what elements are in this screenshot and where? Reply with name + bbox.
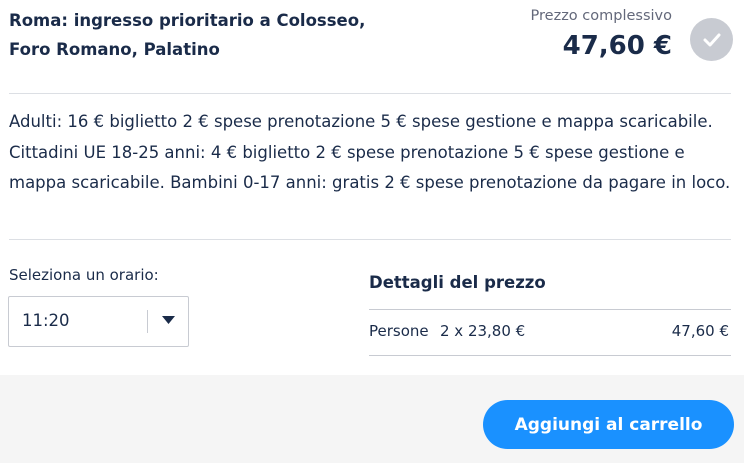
- divider: [9, 239, 731, 240]
- product-title: Roma: ingresso prioritario a Colosseo, F…: [9, 6, 409, 64]
- footer-bar: Aggiungi al carrello: [0, 375, 744, 463]
- time-select[interactable]: 11:20: [8, 296, 189, 347]
- price-row-amount: 47,60 €: [671, 322, 729, 340]
- total-price-value: 47,60 €: [562, 31, 672, 61]
- select-divider: [147, 310, 148, 333]
- selection-status[interactable]: [690, 18, 733, 61]
- selected-time: 11:20: [22, 311, 70, 330]
- caret-down-icon[interactable]: [162, 316, 175, 324]
- time-picker-label: Seleziona un orario:: [9, 266, 159, 284]
- add-to-cart-button[interactable]: Aggiungi al carrello: [483, 400, 734, 449]
- product-title-line-2: Foro Romano, Palatino: [9, 40, 220, 59]
- product-header: Roma: ingresso prioritario a Colosseo, F…: [0, 0, 744, 94]
- total-price-label: Prezzo complessivo: [530, 8, 672, 24]
- divider: [369, 355, 731, 356]
- product-title-line-1: Roma: ingresso prioritario a Colosseo,: [9, 11, 366, 30]
- ticket-description: Adulti: 16 € biglietto 2 € spese prenota…: [9, 112, 731, 192]
- price-details-title: Dettagli del prezzo: [369, 273, 546, 292]
- price-row-quantity: 2 x 23,80 €: [440, 322, 526, 340]
- price-row-label: Persone: [369, 322, 429, 340]
- check-icon: [703, 33, 720, 46]
- divider: [369, 309, 731, 310]
- divider: [9, 93, 731, 94]
